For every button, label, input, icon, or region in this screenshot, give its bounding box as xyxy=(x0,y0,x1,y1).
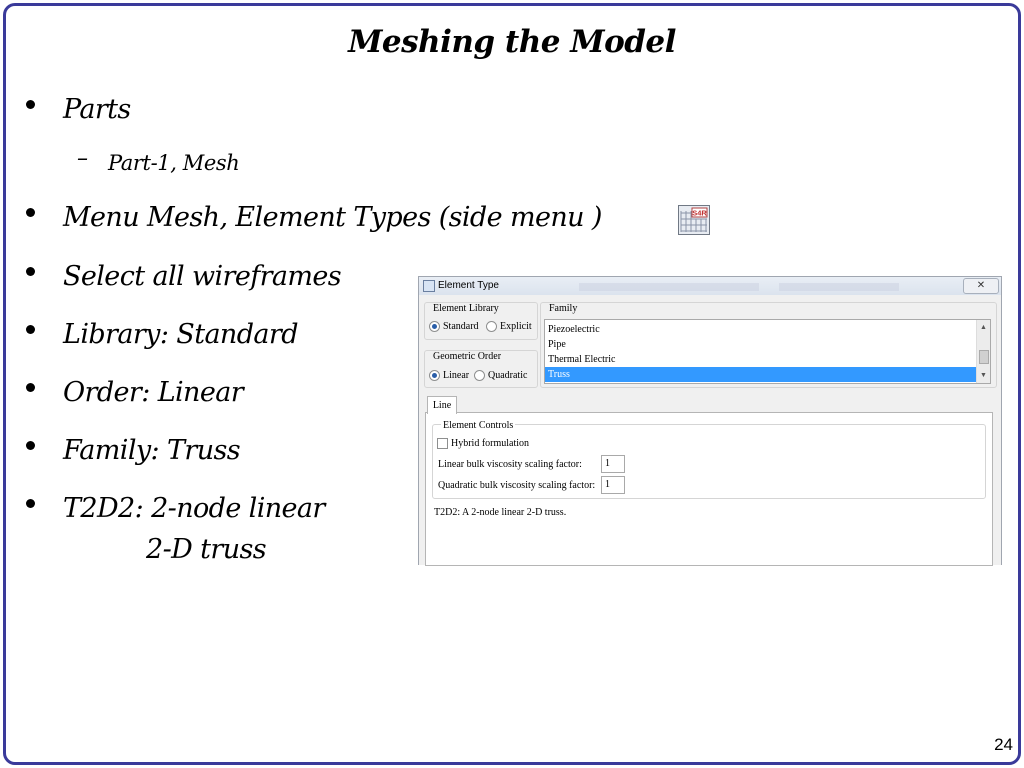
family-item-selected[interactable]: Truss xyxy=(545,367,980,382)
dialog-app-icon xyxy=(423,280,435,292)
linear-viscosity-label: Linear bulk viscosity scaling factor: xyxy=(438,459,582,470)
bullet-dot xyxy=(26,208,35,217)
radio-explicit-label: Explicit xyxy=(500,321,532,332)
family-listbox[interactable]: Piezoelectric Pipe Thermal Electric Trus… xyxy=(544,319,991,384)
radio-quadratic[interactable] xyxy=(474,370,485,381)
family-item[interactable]: Piezoelectric xyxy=(545,322,980,337)
scroll-up-arrow-icon[interactable]: ▲ xyxy=(980,323,987,331)
bullet-order: Order: Linear xyxy=(63,377,244,408)
bullet-dot xyxy=(26,499,35,508)
geometric-order-group: Geometric Order xyxy=(424,350,538,388)
page-number: 24 xyxy=(994,735,1013,754)
bullet-dot xyxy=(26,441,35,450)
radio-standard[interactable] xyxy=(429,321,440,332)
close-button[interactable]: ✕ xyxy=(963,278,999,294)
quadratic-viscosity-input[interactable]: 1 xyxy=(601,476,625,494)
mesh-element-type-icon: S4R xyxy=(678,205,710,235)
bullet-library: Library: Standard xyxy=(63,319,299,350)
bullet-menu-mesh: Menu Mesh, Element Types (side menu ) xyxy=(63,202,602,233)
radio-linear-label: Linear xyxy=(443,370,470,381)
bullet-t2d2: T2D2: 2-node linear xyxy=(63,493,325,524)
bullet-dot xyxy=(26,267,35,276)
bullet-dot xyxy=(26,325,35,334)
bullet-family: Family: Truss xyxy=(63,435,241,466)
hybrid-formulation-label: Hybrid formulation xyxy=(451,438,530,449)
dialog-titlebar: Element Type ✕ xyxy=(419,277,1001,295)
radio-linear[interactable] xyxy=(429,370,440,381)
element-description: T2D2: A 2-node linear 2-D truss. xyxy=(434,507,567,518)
family-item[interactable]: Pipe xyxy=(545,337,980,352)
dialog-title: Element Type xyxy=(438,280,499,291)
linear-viscosity-input[interactable]: 1 xyxy=(601,455,625,473)
radio-quadratic-label: Quadratic xyxy=(488,370,528,381)
element-library-label: Element Library xyxy=(431,303,501,314)
sub-bullet-dash: – xyxy=(77,146,88,171)
geometric-order-label: Geometric Order xyxy=(431,351,504,362)
bullet-parts: Parts xyxy=(63,94,131,125)
family-scrollbar[interactable]: ▲ ▼ xyxy=(976,320,990,383)
icon-label: S4R xyxy=(692,209,707,218)
background-toolbar-ghost xyxy=(779,283,899,291)
bullet-dot xyxy=(26,100,35,109)
sub-bullet-part-mesh: Part-1, Mesh xyxy=(108,151,240,175)
quadratic-viscosity-label: Quadratic bulk viscosity scaling factor: xyxy=(438,480,596,491)
element-controls-label: Element Controls xyxy=(441,420,516,431)
bullet-select-wireframes: Select all wireframes xyxy=(63,261,342,292)
tab-line[interactable]: Line xyxy=(427,396,457,414)
scroll-thumb[interactable] xyxy=(979,350,989,364)
hybrid-formulation-checkbox[interactable] xyxy=(437,438,448,449)
background-toolbar-ghost xyxy=(579,283,759,291)
family-item[interactable]: Thermal Electric xyxy=(545,352,980,367)
scroll-down-arrow-icon[interactable]: ▼ xyxy=(980,371,987,379)
bullet-dot xyxy=(26,383,35,392)
slide-title: Meshing the Model xyxy=(348,24,676,60)
bullet-t2d2-continued: 2-D truss xyxy=(146,534,267,565)
radio-standard-label: Standard xyxy=(443,321,479,332)
radio-explicit[interactable] xyxy=(486,321,497,332)
family-label: Family xyxy=(547,303,580,314)
